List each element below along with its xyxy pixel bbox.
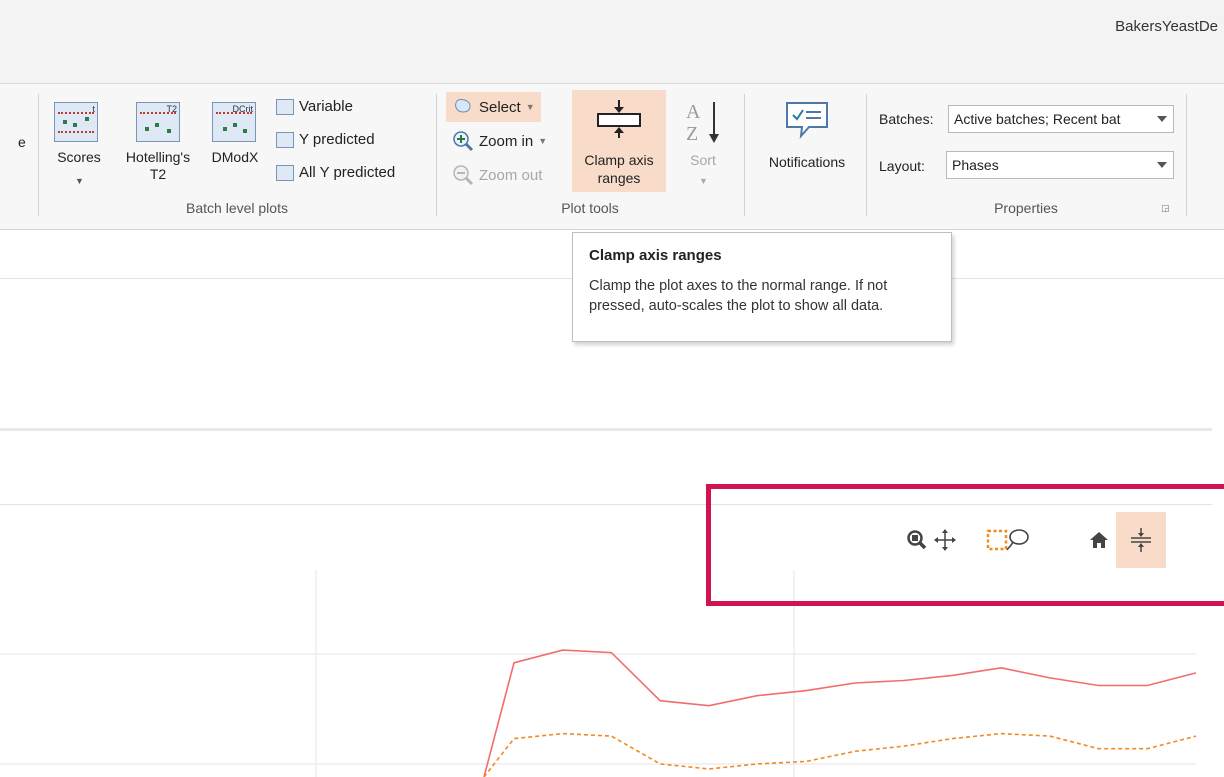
partial-button-label[interactable]: e [18, 134, 26, 150]
chevron-down-icon [1157, 162, 1167, 168]
plot-tools-group-label: Plot tools [561, 200, 619, 216]
clamp-axis-ranges-button[interactable]: Clamp axis ranges [572, 90, 666, 192]
highlight-annotation-box [706, 484, 1224, 606]
variable-button[interactable]: Variable [276, 98, 353, 115]
chevron-down-icon: ▼ [75, 176, 84, 186]
y-predicted-button[interactable]: Y predicted [276, 131, 375, 148]
y-predicted-plot-icon [276, 131, 294, 148]
select-button[interactable]: Select ▼ [446, 92, 541, 122]
clamp-axis-label-line2: ranges [597, 170, 641, 186]
zoom-out-label: Zoom out [479, 166, 543, 184]
scores-button[interactable]: t Scores ▼ [46, 94, 112, 194]
dmodx-label: DModX [211, 149, 259, 165]
series-line-upper [483, 649, 1197, 777]
variable-plot-icon [276, 98, 294, 115]
layout-label: Layout: [879, 158, 925, 174]
hotellings-t2-button[interactable]: T2 Hotelling's T2 [114, 94, 202, 194]
svg-text:Z: Z [686, 123, 698, 145]
sort-az-icon: A Z [686, 101, 719, 145]
batch-level-plots-group-label: Batch level plots [186, 200, 288, 216]
all-y-predicted-plot-icon [276, 164, 294, 181]
layout-dropdown[interactable]: Phases [946, 151, 1174, 179]
zoom-out-button[interactable]: Zoom out [452, 164, 542, 186]
zoom-out-icon [453, 165, 474, 186]
chevron-down-icon [1157, 116, 1167, 122]
all-y-predicted-button[interactable]: All Y predicted [276, 164, 395, 181]
dmodx-plot-icon: DCrit [212, 102, 256, 142]
batches-value: Active batches; Recent bat [954, 111, 1121, 127]
zoom-in-icon [453, 131, 474, 152]
scores-plot-icon: t [54, 102, 98, 142]
svg-text:A: A [686, 101, 701, 123]
notifications-label: Notifications [768, 154, 846, 170]
sort-button[interactable]: A Z Sort ▼ [676, 94, 730, 194]
batches-dropdown[interactable]: Active batches; Recent bat [948, 105, 1174, 133]
clamp-axis-tooltip: Clamp axis ranges Clamp the plot axes to… [572, 232, 952, 342]
title-bar: BakersYeastDe [0, 0, 1224, 84]
y-predicted-label: Y predicted [299, 131, 375, 148]
all-y-predicted-label: All Y predicted [299, 164, 396, 181]
ribbon-separator [38, 94, 39, 216]
ribbon-separator [1186, 94, 1187, 216]
clamp-axis-label-line1: Clamp axis [584, 152, 654, 168]
properties-group-label: Properties [994, 200, 1058, 216]
notifications-button[interactable]: Notifications [752, 94, 862, 194]
chevron-down-icon: ▼ [699, 176, 708, 186]
chevron-down-icon: ▼ [525, 102, 535, 112]
divider [0, 428, 1212, 431]
hotellings-label-line2: T2 [149, 166, 167, 182]
sort-label: Sort [690, 152, 716, 168]
select-label: Select [479, 98, 521, 116]
dmodx-button[interactable]: DCrit DModX [204, 94, 266, 194]
layout-value: Phases [952, 157, 999, 173]
lasso-icon [455, 99, 471, 113]
dialog-launcher-icon[interactable]: ◲ [1161, 203, 1170, 214]
scores-label: Scores [57, 149, 101, 165]
zoom-in-button[interactable]: Zoom in ▼ [452, 130, 547, 152]
zoom-in-label: Zoom in [479, 132, 534, 150]
hotellings-label-line1: Hotelling's [125, 149, 191, 165]
batches-label: Batches: [879, 111, 934, 127]
ribbon-separator [866, 94, 867, 216]
clamp-axis-icon [597, 100, 641, 138]
window-title: BakersYeastDe [1115, 18, 1218, 35]
ribbon: e t Scores ▼ T2 Hotelling's T2 DCrit DMo… [0, 84, 1224, 230]
ribbon-separator [436, 94, 437, 216]
notifications-icon [786, 102, 828, 140]
tooltip-body: Clamp the plot axes to the normal range.… [589, 278, 888, 314]
chevron-down-icon: ▼ [538, 136, 548, 146]
series-line-lower [483, 732, 1197, 777]
ribbon-separator [744, 94, 745, 216]
hotellings-plot-icon: T2 [136, 102, 180, 142]
tooltip-title: Clamp axis ranges [589, 247, 722, 264]
variable-label: Variable [299, 98, 353, 115]
